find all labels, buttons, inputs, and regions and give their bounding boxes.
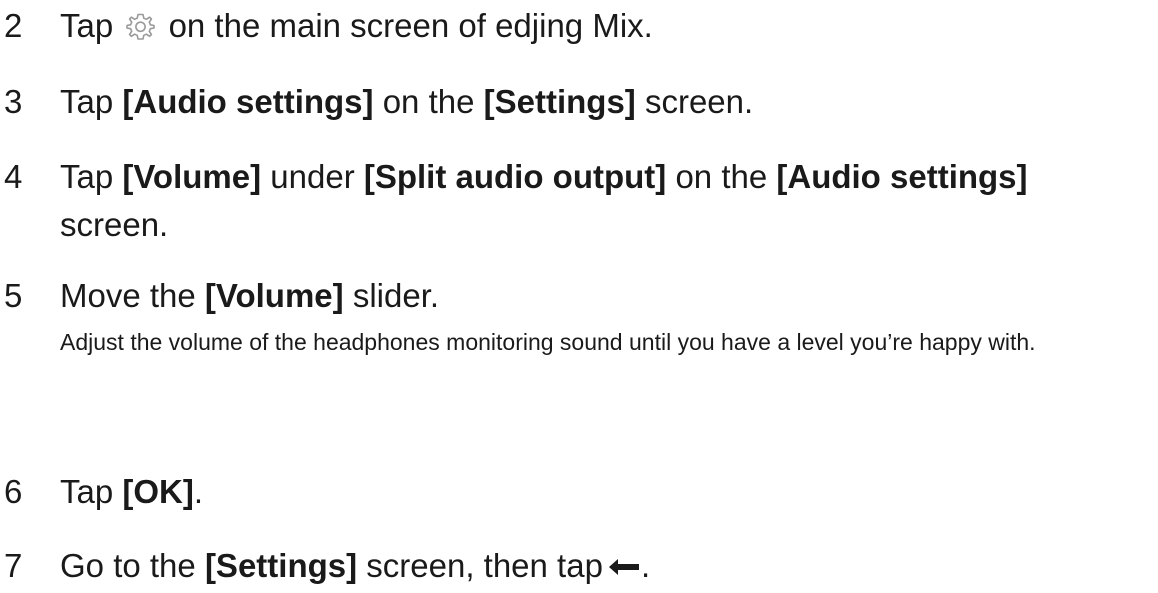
step-text-part: Move the (60, 277, 205, 314)
step-text: Tap [OK]. (60, 468, 1148, 516)
step-text-part: Tap (60, 83, 123, 120)
step-text-part: . (640, 547, 651, 584)
step-text-part: Go to the (60, 547, 205, 584)
step-text: Go to the [Settings] screen, then tap. (60, 542, 1148, 590)
gear-icon (124, 8, 157, 41)
ui-label-audio-settings: [Audio settings] (776, 158, 1028, 195)
ui-label-settings: [Settings] (204, 547, 358, 584)
step-number: 2 (4, 7, 23, 44)
step-number: 5 (4, 277, 23, 314)
step-text: Move the [Volume] slider. Adjust the volu… (60, 272, 1148, 362)
ui-label-audio-settings: [Audio settings] (122, 83, 374, 120)
step-text: Tap [Audio settings] on the [Settings] s… (60, 78, 1148, 126)
step-text-part: on the (666, 158, 777, 195)
ui-label-ok: [OK] (122, 473, 194, 510)
step-text-part: under (261, 158, 364, 195)
step-text-part: slider. (343, 277, 440, 314)
step-text-part: screen. (60, 206, 169, 243)
step-number: 7 (4, 547, 23, 584)
step-text-part: Tap (60, 158, 123, 195)
ui-label-volume: [Volume] (204, 277, 344, 314)
step-text-part: screen, then tap (357, 547, 603, 584)
step-text-part: Tap (60, 7, 114, 44)
step-text-part: . (193, 473, 204, 510)
step-note: Adjust the volume of the headphones moni… (60, 329, 1036, 355)
ui-label-split-audio-output: [Split audio output] (363, 158, 667, 195)
step-text-part: on the (373, 83, 484, 120)
step-text-part: screen. (635, 83, 754, 120)
step-text-part: on the main screen of edjing Mix. (168, 7, 653, 44)
step-text-part: Tap (60, 473, 123, 510)
ui-label-settings: [Settings] (483, 83, 636, 120)
step-number: 3 (4, 83, 23, 120)
step-text: Tap [Volume] under [Split audio output] … (60, 153, 1148, 249)
step-number: 6 (4, 473, 23, 510)
back-arrow-icon (607, 544, 641, 575)
step-text: Tap on the main screen of edjing Mix. (60, 2, 1148, 50)
ui-label-volume: [Volume] (122, 158, 262, 195)
step-number: 4 (4, 158, 23, 195)
